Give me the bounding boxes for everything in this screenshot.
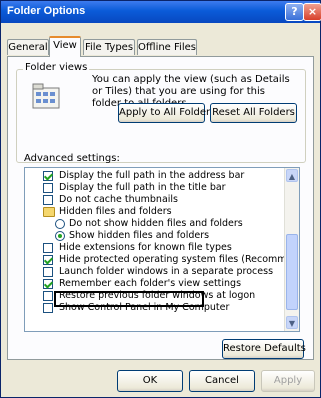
checkbox[interactable] xyxy=(43,303,53,313)
help-button[interactable]: ? xyxy=(285,3,304,21)
window-title: Folder Options xyxy=(7,5,86,17)
checkbox[interactable] xyxy=(43,243,53,253)
apply-to-all-folders-button[interactable]: Apply to All Folders xyxy=(118,103,215,123)
checkbox[interactable] xyxy=(43,171,53,181)
checkbox[interactable] xyxy=(43,291,53,301)
vertical-scrollbar[interactable]: ▲ ▼ xyxy=(284,168,299,331)
folder-options-window: Folder Options ? × General View File Typ… xyxy=(0,0,321,398)
close-button[interactable]: × xyxy=(303,3,321,21)
checkbox[interactable] xyxy=(43,255,53,265)
ok-button[interactable]: OK xyxy=(117,370,183,392)
tab-file-types[interactable]: File Types xyxy=(83,39,135,55)
checkbox[interactable] xyxy=(43,267,53,277)
cancel-button[interactable]: Cancel xyxy=(189,370,255,392)
apply-button[interactable]: Apply xyxy=(261,370,315,392)
radio-button[interactable] xyxy=(55,219,65,229)
restore-defaults-button[interactable]: Restore Defaults xyxy=(222,339,306,359)
reset-all-folders-button[interactable]: Reset All Folders xyxy=(210,103,297,123)
radio-button[interactable] xyxy=(55,231,65,241)
scroll-down-arrow-icon[interactable]: ▼ xyxy=(286,316,298,329)
folder-views-legend: Folder views xyxy=(23,62,90,73)
folder-views-icon xyxy=(32,83,60,109)
view-tab-panel: Folder views You can apply the view (suc… xyxy=(7,56,314,360)
scroll-up-arrow-icon[interactable]: ▲ xyxy=(286,169,298,182)
scrollbar-thumb[interactable] xyxy=(286,234,298,310)
tab-offline-files[interactable]: Offline Files xyxy=(137,39,197,55)
advanced-settings-list[interactable]: Display the full path in the address bar… xyxy=(24,167,300,332)
checkbox[interactable] xyxy=(43,195,53,205)
advanced-settings-label: Advanced settings: xyxy=(24,153,120,164)
tab-general[interactable]: General xyxy=(7,39,49,55)
checkbox[interactable] xyxy=(43,279,53,289)
checkbox[interactable] xyxy=(43,183,53,193)
title-bar[interactable]: Folder Options ? × xyxy=(1,1,321,23)
selection-highlight-box xyxy=(54,291,204,307)
folder-icon xyxy=(43,207,55,217)
tab-view[interactable]: View xyxy=(49,36,81,57)
